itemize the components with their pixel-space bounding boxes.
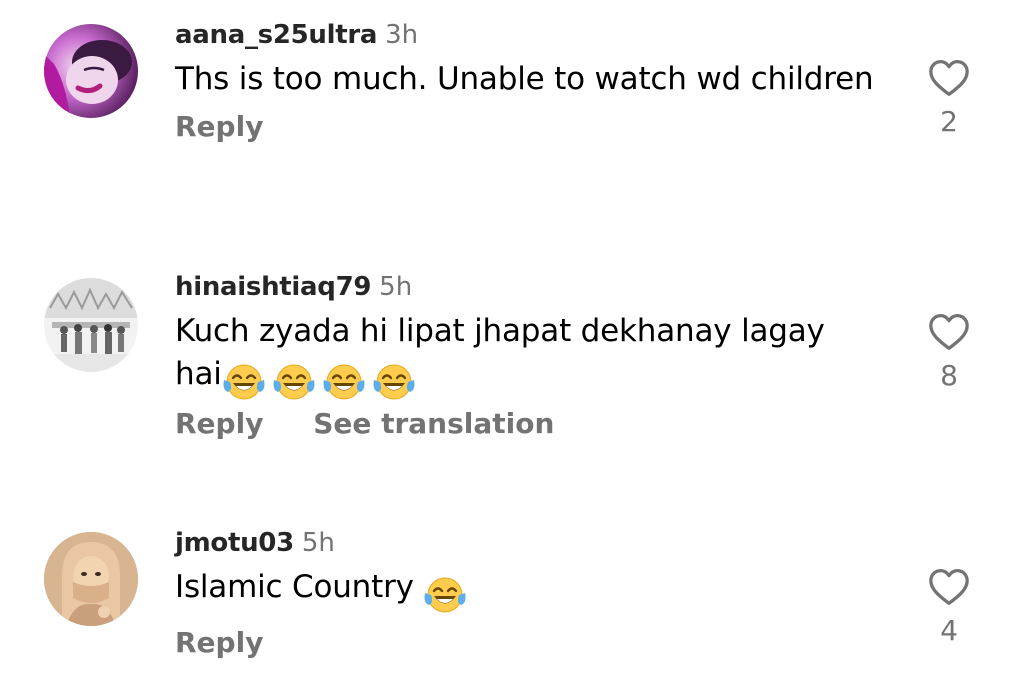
comment-body: jmotu03 5h Islamic Country Reply — [175, 526, 875, 663]
comment-text: Kuch zyada hi lipat jhapat dekhanay laga… — [175, 310, 875, 402]
like-control: 4 — [920, 567, 978, 649]
comment-username[interactable]: aana_s25ultra — [175, 20, 377, 50]
tears-of-joy-emoji-icon — [322, 362, 366, 402]
avatar-image — [44, 24, 138, 118]
avatar[interactable] — [44, 278, 138, 372]
comment-text: Islamic Country — [175, 566, 875, 615]
comment-time: 3h — [385, 20, 419, 50]
tears-of-joy-emoji-icon — [372, 362, 416, 402]
reply-button[interactable]: Reply — [175, 404, 263, 444]
comment-text: Ths is too much. Unable to watch wd chil… — [175, 58, 875, 101]
reply-button[interactable]: Reply — [175, 107, 263, 147]
like-control: 8 — [920, 312, 978, 394]
comment-body: hinaishtiaq79 5h Kuch zyada hi lipat jhap… — [175, 270, 875, 444]
tears-of-joy-emoji-icon — [423, 575, 467, 615]
avatar-image — [44, 278, 138, 372]
comment-username[interactable]: hinaishtiaq79 — [175, 272, 371, 302]
comment-time: 5h — [379, 272, 413, 302]
tears-of-joy-emoji-icon — [272, 362, 316, 402]
tears-of-joy-emoji-icon — [222, 362, 266, 402]
comment-meta: hinaishtiaq79 5h — [175, 270, 875, 304]
avatar[interactable] — [44, 24, 138, 118]
like-count: 8 — [940, 359, 958, 392]
comment-text-content: Islamic Country — [175, 569, 414, 605]
comment-body: aana_s25ultra 3h Ths is too much. Unable … — [175, 18, 875, 147]
comment-meta: jmotu03 5h — [175, 526, 875, 560]
emoji-group — [423, 572, 473, 615]
comment-time: 5h — [301, 528, 335, 558]
comment-text-content: Ths is too much. Unable to watch wd chil… — [175, 61, 874, 97]
emoji-group — [222, 359, 422, 402]
comment-username[interactable]: jmotu03 — [175, 528, 294, 558]
see-translation-button[interactable]: See translation — [313, 404, 554, 444]
comment-actions: Reply — [175, 107, 875, 147]
heart-outline-icon[interactable] — [927, 58, 971, 98]
like-control: 2 — [920, 58, 978, 140]
like-count: 2 — [940, 105, 958, 138]
heart-outline-icon[interactable] — [927, 567, 971, 607]
comment-actions: Reply See translation — [175, 404, 875, 444]
like-count: 4 — [940, 614, 958, 647]
comment-list: aana_s25ultra 3h Ths is too much. Unable … — [0, 0, 1024, 688]
comment-meta: aana_s25ultra 3h — [175, 18, 875, 52]
avatar[interactable] — [44, 532, 138, 626]
heart-outline-icon[interactable] — [927, 312, 971, 352]
avatar-image — [44, 532, 138, 626]
comment-actions: Reply — [175, 623, 875, 663]
reply-button[interactable]: Reply — [175, 623, 263, 663]
